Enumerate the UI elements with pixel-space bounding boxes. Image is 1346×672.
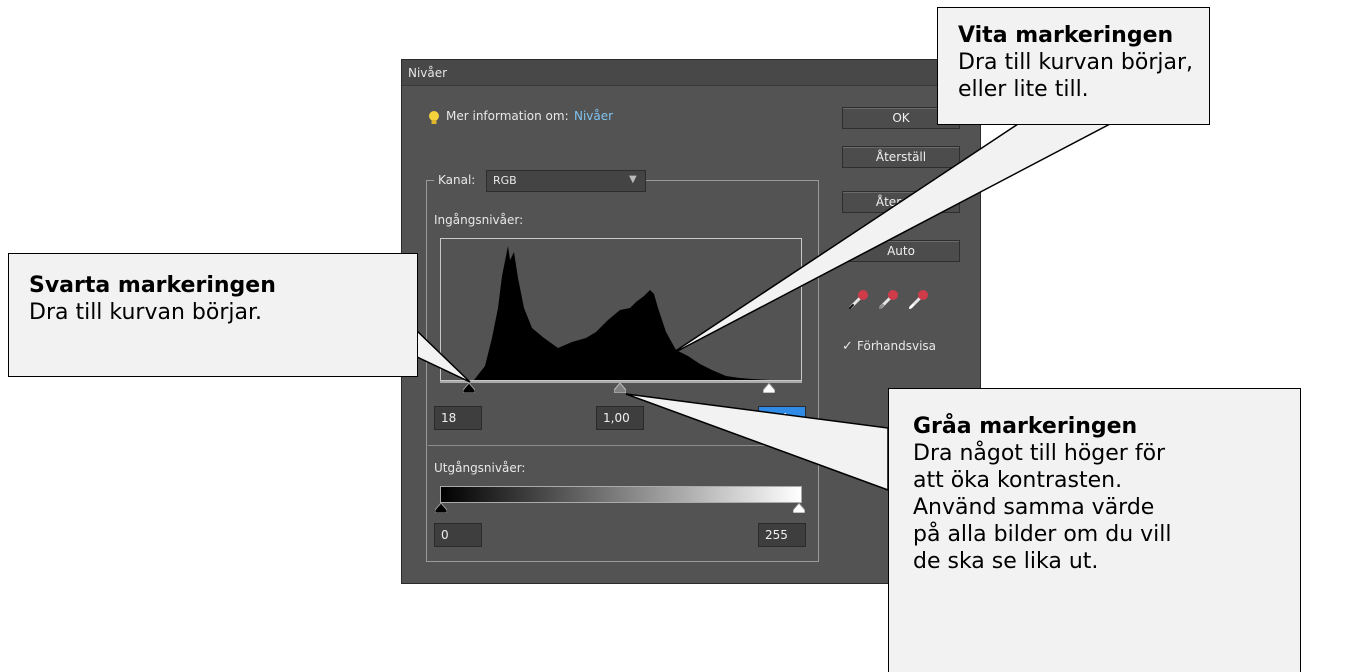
gray-callout-title: Gråa markeringen [913,414,1138,439]
white-callout-title: Vita markeringen [958,23,1174,48]
gray-marker-callout: Gråa markeringen Dra något till höger fö… [888,388,1301,672]
black-callout-title: Svarta markeringen [29,273,276,298]
black-marker-callout: Svarta markeringen Dra till kurvan börja… [8,253,418,377]
black-callout-line1: Dra till kurvan börjar. [29,300,262,325]
white-callout-line1: Dra till kurvan börjar, [958,50,1194,75]
gray-callout-line5: de ska se lika ut. [913,549,1099,574]
white-marker-callout: Vita markeringen Dra till kurvan börjar,… [937,7,1210,125]
gray-callout-line4: på alla bilder om du vill [913,522,1172,547]
gray-callout-line1: Dra något till höger för [913,441,1166,466]
gray-callout-line2: att öka kontrasten. [913,468,1123,493]
gray-callout-line3: Använd samma värde [913,495,1155,520]
white-callout-line2: eller lite till. [958,77,1089,102]
